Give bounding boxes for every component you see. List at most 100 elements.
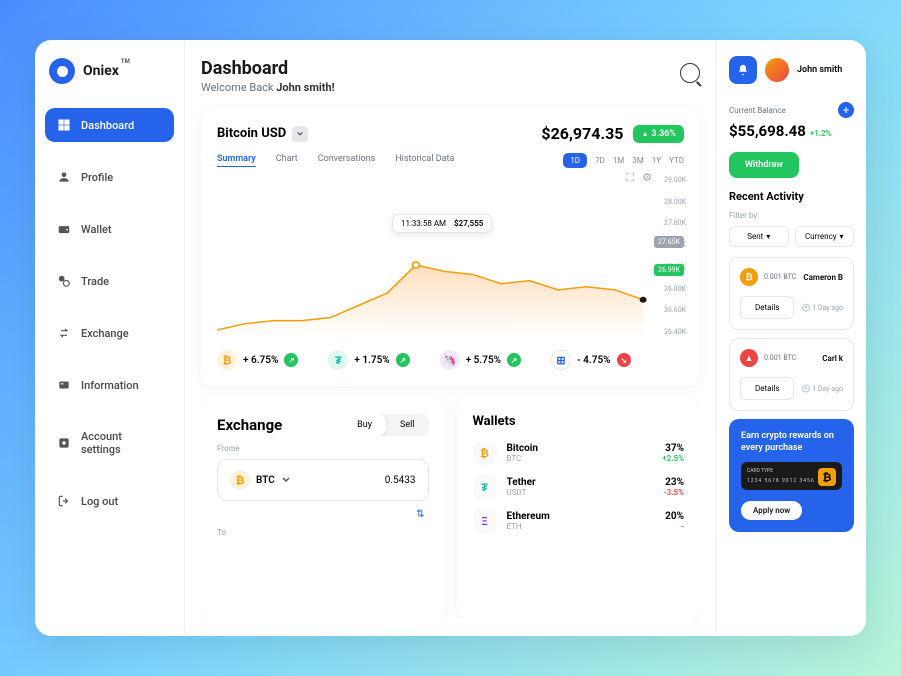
main-content: Dashboard Welcome Back John smith! Bitco… bbox=[185, 40, 716, 636]
topbar: Dashboard Welcome Back John smith! bbox=[201, 58, 700, 94]
ticker-uni[interactable]: 🦄+ 5.75%↗ bbox=[440, 350, 521, 370]
activity-item: ₿0.001 BTCCameron B Details🕐 1 Day ago bbox=[729, 257, 854, 330]
right-panel: John smith Current Balance + $55,698.48 … bbox=[716, 40, 866, 636]
gear-icon[interactable]: ⚙ bbox=[642, 171, 652, 185]
fullscreen-icon[interactable]: ⛶ bbox=[626, 171, 634, 185]
brand-tm: TM bbox=[121, 58, 130, 65]
activity-time: 🕐 1 Day ago bbox=[801, 385, 843, 393]
activity-time: 🕐 1 Day ago bbox=[801, 304, 843, 312]
brand-name: Oniex bbox=[83, 63, 119, 79]
buy-sell-toggle: Buy Sell bbox=[343, 414, 428, 436]
nav-label: Profile bbox=[81, 171, 113, 184]
ticker-btc[interactable]: ₿+ 6.75%↗ bbox=[217, 350, 298, 370]
wallet-row[interactable]: Ξ EthereumETH 20%- bbox=[473, 509, 685, 533]
range-ytd[interactable]: YTD bbox=[669, 156, 684, 165]
usdt-icon: ₮ bbox=[328, 350, 348, 370]
ticker-dot[interactable]: ⊞- 4.75%↘ bbox=[551, 350, 631, 370]
nav-label: Account settings bbox=[81, 430, 162, 456]
nav-label: Exchange bbox=[81, 327, 129, 340]
brand: OniexTM bbox=[45, 58, 174, 84]
wallet-row[interactable]: ₿ BitcoinBTC 37%+2.5% bbox=[473, 441, 685, 465]
chevron-down-icon[interactable] bbox=[292, 126, 308, 142]
chevron-down-icon: ▾ bbox=[766, 232, 770, 241]
filter-sent[interactable]: Sent ▾ bbox=[729, 226, 789, 247]
nav-information[interactable]: Information bbox=[45, 368, 174, 402]
wallet-icon bbox=[57, 222, 71, 236]
nav-label: Trade bbox=[81, 275, 109, 288]
wallet-row[interactable]: ₮ TetherUSDT 23%-3.5% bbox=[473, 475, 685, 499]
y-tag-current: 27.65K bbox=[654, 236, 684, 248]
nav-profile[interactable]: Profile bbox=[45, 160, 174, 194]
range-1d[interactable]: 1D bbox=[563, 153, 587, 168]
up-icon: ↗ bbox=[396, 353, 410, 367]
avatar[interactable] bbox=[765, 58, 789, 82]
nav-wallet[interactable]: Wallet bbox=[45, 212, 174, 246]
activity-item: ▲0.001 BTCCarl k Details🕐 1 Day ago bbox=[729, 338, 854, 411]
tab-historical[interactable]: Historical Data bbox=[395, 154, 454, 167]
eth-icon: Ξ bbox=[473, 509, 497, 533]
usdt-icon: ₮ bbox=[473, 475, 497, 499]
nav-account-settings[interactable]: Account settings bbox=[45, 420, 174, 466]
info-icon bbox=[57, 378, 71, 392]
nav-dashboard[interactable]: Dashboard bbox=[45, 108, 174, 142]
activity-coin-icon: ₿ bbox=[740, 268, 758, 286]
btc-icon: ₿ bbox=[473, 441, 497, 465]
chart-card: Bitcoin USD $26,974.35 3.36% Summary Cha… bbox=[201, 108, 700, 386]
logout-icon bbox=[57, 494, 71, 508]
buy-tab[interactable]: Buy bbox=[343, 414, 386, 436]
page-title: Dashboard bbox=[201, 58, 335, 79]
details-button[interactable]: Details bbox=[740, 377, 794, 400]
balance-label: Current Balance bbox=[729, 106, 786, 115]
tab-summary[interactable]: Summary bbox=[217, 154, 256, 167]
chart-tooltip: 11:33:58 AM $27,555 bbox=[392, 214, 492, 233]
profile-icon bbox=[57, 170, 71, 184]
range-3m[interactable]: 3M bbox=[632, 156, 643, 165]
price-chart bbox=[217, 176, 684, 336]
promo-credit-card: CARD TYPE 1234 5678 9012 3456 ₿ bbox=[741, 462, 842, 490]
nav-trade[interactable]: Trade bbox=[45, 264, 174, 298]
chevron-down-icon: ▾ bbox=[840, 232, 844, 241]
exchange-card: Exchange Buy Sell Frome ₿ BTC 0.5433 ⇅ bbox=[201, 398, 445, 618]
clock-icon: 🕐 bbox=[801, 304, 810, 312]
promo-card: Earn crypto rewards on every purchase CA… bbox=[729, 419, 854, 532]
recent-activity-title: Recent Activity bbox=[729, 190, 854, 203]
sell-tab[interactable]: Sell bbox=[386, 414, 429, 436]
y-axis-labels: 29.00K28.00K27.80K27.60K27.00K26.80K26.6… bbox=[664, 176, 686, 336]
swap-icon[interactable]: ⇅ bbox=[221, 509, 425, 520]
notifications-button[interactable] bbox=[729, 56, 757, 84]
nav-logout[interactable]: Log out bbox=[45, 484, 174, 518]
user-name: John smith bbox=[797, 65, 842, 75]
btc-icon: ₿ bbox=[818, 468, 836, 486]
search-icon[interactable] bbox=[680, 63, 700, 83]
from-select[interactable]: ₿ BTC 0.5433 bbox=[217, 459, 429, 501]
chevron-down-icon bbox=[281, 475, 291, 485]
ticker-row: ₿+ 6.75%↗ ₮+ 1.75%↗ 🦄+ 5.75%↗ ⊞- 4.75%↘ bbox=[217, 350, 684, 370]
range-1y[interactable]: 1Y bbox=[652, 156, 661, 165]
details-button[interactable]: Details bbox=[740, 296, 794, 319]
btc-icon: ₿ bbox=[217, 350, 237, 370]
nav-exchange[interactable]: Exchange bbox=[45, 316, 174, 350]
chart-price: $26,974.35 bbox=[541, 124, 623, 143]
nav-label: Dashboard bbox=[81, 119, 134, 132]
apply-now-button[interactable]: Apply now bbox=[741, 501, 802, 520]
range-7d[interactable]: 7D bbox=[595, 156, 605, 165]
add-balance-button[interactable]: + bbox=[838, 102, 854, 118]
exchange-icon bbox=[57, 326, 71, 340]
from-label: Frome bbox=[217, 444, 429, 453]
promo-text: Earn crypto rewards on every purchase bbox=[741, 431, 842, 454]
pair-selector[interactable]: Bitcoin USD bbox=[217, 126, 308, 142]
tab-chart[interactable]: Chart bbox=[276, 154, 298, 167]
dot-icon: ⊞ bbox=[551, 350, 571, 370]
filter-currency[interactable]: Currency ▾ bbox=[795, 226, 855, 247]
change-badge: 3.36% bbox=[633, 125, 684, 143]
activity-coin-icon: ▲ bbox=[740, 349, 758, 367]
uni-icon: 🦄 bbox=[440, 350, 460, 370]
pair-name: Bitcoin USD bbox=[217, 126, 286, 141]
clock-icon: 🕐 bbox=[801, 385, 810, 393]
withdraw-button[interactable]: Withdraw bbox=[729, 152, 799, 178]
ticker-usdt[interactable]: ₮+ 1.75%↗ bbox=[328, 350, 409, 370]
range-1m[interactable]: 1M bbox=[613, 156, 624, 165]
tab-conversations[interactable]: Conversations bbox=[318, 154, 376, 167]
wallets-title: Wallets bbox=[473, 414, 685, 429]
wallets-card: Wallets ₿ BitcoinBTC 37%+2.5% ₮ TetherUSD… bbox=[457, 398, 701, 618]
